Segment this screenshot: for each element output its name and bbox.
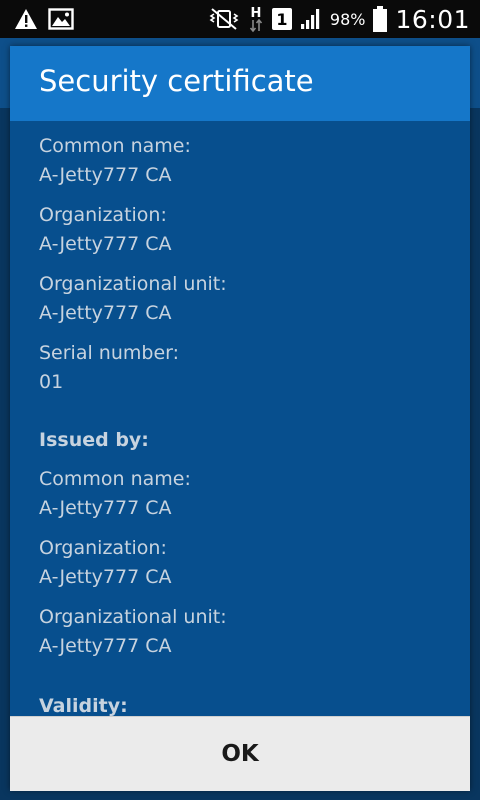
ok-button[interactable]: OK xyxy=(10,717,470,791)
clock: 16:01 xyxy=(395,4,470,34)
mute-vibrate-icon xyxy=(208,8,240,30)
issuer-organization: Organization: A-Jetty777 CA xyxy=(39,536,172,589)
dialog-title: Security certificate xyxy=(39,64,314,98)
field-label: Serial number: xyxy=(39,342,180,364)
validity-heading: Validity: xyxy=(39,695,128,716)
field-value: A-Jetty777 CA xyxy=(39,566,172,588)
battery-percent: 98% xyxy=(329,9,366,29)
field-value: A-Jetty777 CA xyxy=(39,164,172,186)
field-label: Organizational unit: xyxy=(39,273,227,295)
issued-by-heading: Issued by: xyxy=(39,429,149,451)
warning-icon xyxy=(14,8,38,30)
status-bar-right: H 1 98% 16:01 xyxy=(208,4,470,34)
subject-organization: Organization: A-Jetty777 CA xyxy=(39,203,172,256)
field-label: Organization: xyxy=(39,204,167,226)
field-label: Common name: xyxy=(39,135,191,157)
screen: H 1 98% 16:01 Security certificate Commo… xyxy=(0,0,480,800)
image-icon xyxy=(48,8,74,30)
battery-icon xyxy=(373,6,388,32)
status-bar: H 1 98% 16:01 xyxy=(0,0,480,38)
svg-text:H: H xyxy=(250,6,261,21)
field-value: A-Jetty777 CA xyxy=(39,497,172,519)
dialog-footer: OK xyxy=(10,716,470,791)
issuer-common-name: Common name: A-Jetty777 CA xyxy=(39,467,191,520)
field-label: Organization: xyxy=(39,537,167,559)
field-label: Common name: xyxy=(39,468,191,490)
field-value: A-Jetty777 CA xyxy=(39,233,172,255)
sim-1-icon: 1 xyxy=(271,8,292,30)
field-value: A-Jetty777 CA xyxy=(39,635,172,657)
subject-organizational-unit: Organizational unit: A-Jetty777 CA xyxy=(39,272,227,325)
security-certificate-dialog: Security certificate Common name: A-Jett… xyxy=(10,46,470,791)
dialog-body-scroll[interactable]: Common name: A-Jetty777 CA Organization:… xyxy=(10,121,470,716)
status-bar-left xyxy=(14,7,74,31)
signal-icon xyxy=(300,8,322,30)
subject-common-name: Common name: A-Jetty777 CA xyxy=(39,134,191,187)
field-value: 01 xyxy=(39,371,64,393)
field-label: Organizational unit: xyxy=(39,606,227,628)
h-data-icon: H xyxy=(248,5,264,33)
serial-number: Serial number: 01 xyxy=(39,341,179,394)
dialog-header: Security certificate xyxy=(10,46,470,121)
field-value: A-Jetty777 CA xyxy=(39,302,172,324)
issuer-organizational-unit: Organizational unit: A-Jetty777 CA xyxy=(39,605,227,658)
